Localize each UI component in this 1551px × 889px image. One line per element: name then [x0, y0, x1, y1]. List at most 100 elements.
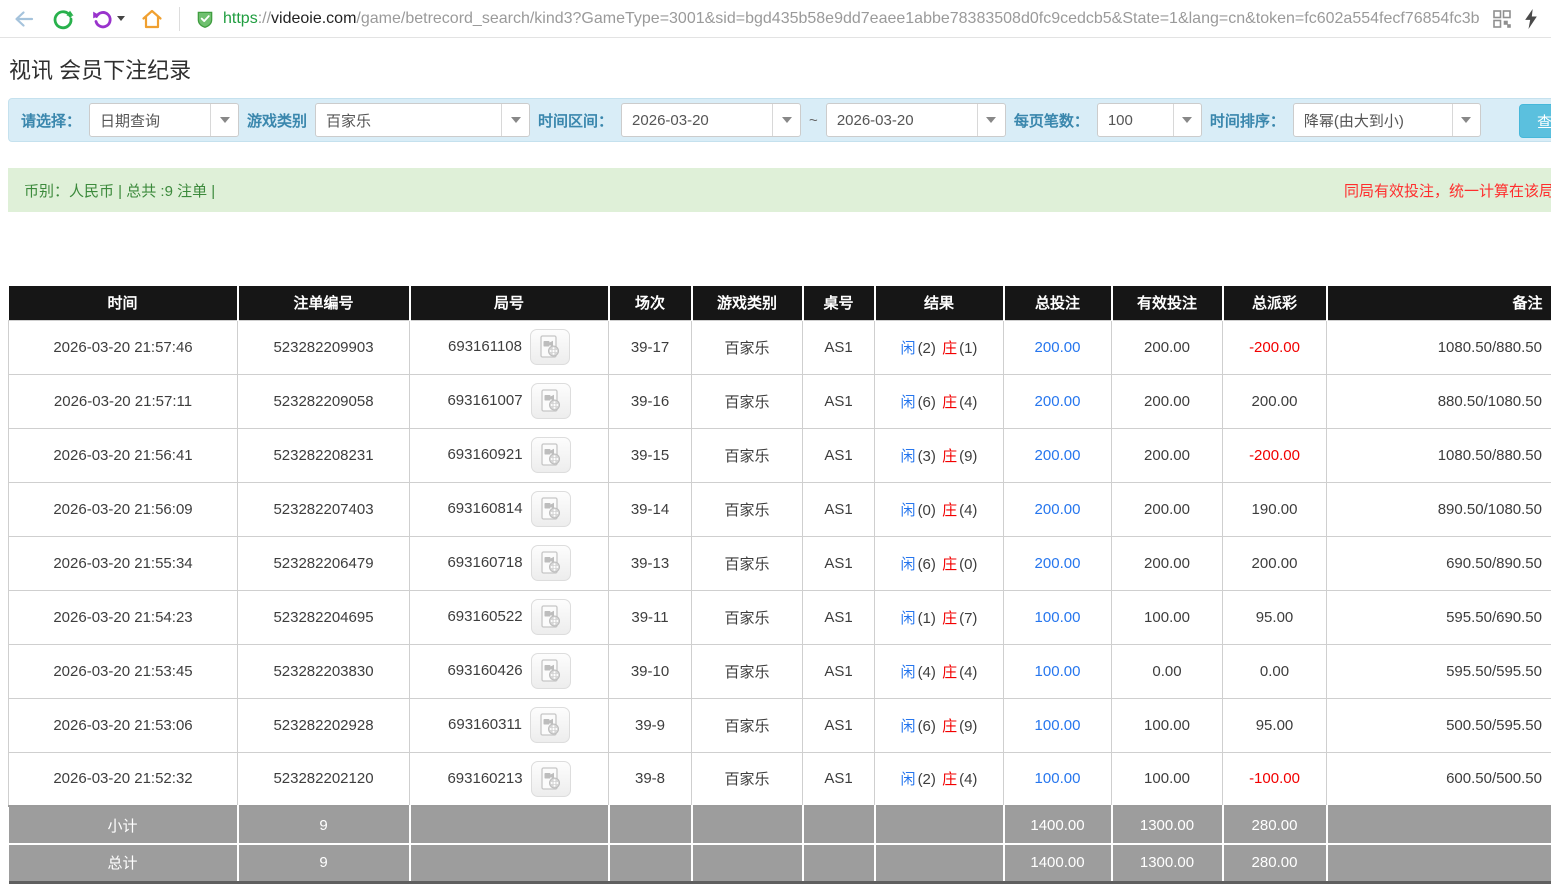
video-replay-button[interactable] [531, 761, 571, 797]
payout: 95.00 [1223, 698, 1327, 752]
total-bet-link[interactable]: 200.00 [1004, 482, 1112, 536]
bet-id: 523282202120 [238, 752, 410, 806]
bet-id: 523282209058 [238, 374, 410, 428]
result-cell: 闲(4) 庄(4) [875, 644, 1004, 698]
back-icon[interactable] [12, 7, 36, 31]
col-header-game-type: 游戏类别 [692, 286, 803, 320]
game-type: 百家乐 [692, 428, 803, 482]
refresh-icon[interactable] [51, 7, 75, 31]
col-header-result: 结果 [875, 286, 1004, 320]
game-type-select[interactable]: 百家乐 [315, 103, 530, 137]
lightning-icon[interactable] [1523, 9, 1539, 29]
valid-bet: 200.00 [1112, 482, 1223, 536]
total-bet-link[interactable]: 200.00 [1004, 374, 1112, 428]
video-replay-button[interactable] [531, 545, 571, 581]
banker-score: (7) [959, 610, 977, 627]
total-label: 总计 [9, 844, 238, 882]
shield-icon[interactable] [195, 9, 215, 29]
session: 39-8 [609, 752, 692, 806]
session: 39-15 [609, 428, 692, 482]
bet-id: 523282203830 [238, 644, 410, 698]
total-row: 总计 9 1400.00 1300.00 280.00 [9, 844, 1551, 882]
date-to-select[interactable]: 2026-03-20 [826, 103, 1006, 137]
table-row: 2026-03-20 21:56:09 523282207403 6931608… [9, 482, 1551, 536]
total-bet-link[interactable]: 200.00 [1004, 536, 1112, 590]
round-id: 693160718 [447, 554, 522, 571]
col-header-round-id: 局号 [410, 286, 609, 320]
remark: 1080.50/880.50 [1327, 320, 1551, 374]
date-to-value: 2026-03-20 [827, 112, 977, 129]
round-id: 693160311 [448, 716, 522, 733]
sort-select[interactable]: 降幂(由大到小) [1293, 103, 1481, 137]
valid-bet: 100.00 [1112, 590, 1223, 644]
bet-time: 2026-03-20 21:54:23 [9, 590, 238, 644]
total-bet-link[interactable]: 100.00 [1004, 752, 1112, 806]
date-from-select[interactable]: 2026-03-20 [621, 103, 801, 137]
session: 39-11 [609, 590, 692, 644]
valid-bet: 200.00 [1112, 374, 1223, 428]
result-cell: 闲(6) 庄(9) [875, 698, 1004, 752]
payout: 200.00 [1223, 536, 1327, 590]
round-cell: 693160426 [410, 644, 609, 698]
total-bet-link[interactable]: 200.00 [1004, 320, 1112, 374]
video-replay-button[interactable] [531, 383, 571, 419]
currency-total-text: 币别：人民币 | 总共 :9 注单 | [24, 180, 215, 201]
table-no: AS1 [803, 698, 875, 752]
round-cell: 693161007 [410, 374, 609, 428]
table-no: AS1 [803, 590, 875, 644]
subtotal-total-bet: 1400.00 [1004, 806, 1112, 844]
video-replay-button[interactable] [531, 437, 571, 473]
banker-score: (9) [959, 448, 977, 465]
qr-code-icon[interactable] [1493, 10, 1511, 28]
table-row: 2026-03-20 21:55:34 523282206479 6931607… [9, 536, 1551, 590]
round-cell: 693160522 [410, 590, 609, 644]
table-no: AS1 [803, 482, 875, 536]
session: 39-17 [609, 320, 692, 374]
video-replay-button[interactable] [531, 599, 571, 635]
total-bet-link[interactable]: 100.00 [1004, 590, 1112, 644]
search-button[interactable]: 查询 [1519, 104, 1551, 138]
filter-panel: 请选择： 日期查询 游戏类别 百家乐 时间区间： 2026-03-20 ~ 20… [8, 98, 1551, 142]
subtotal-payout: 280.00 [1223, 806, 1327, 844]
round-id: 693160522 [447, 608, 522, 625]
bet-id: 523282202928 [238, 698, 410, 752]
result-cell: 闲(2) 庄(4) [875, 752, 1004, 806]
home-icon[interactable] [140, 7, 164, 31]
page-size-select[interactable]: 100 [1097, 103, 1202, 137]
video-replay-button[interactable] [531, 653, 571, 689]
undo-icon[interactable] [90, 7, 125, 31]
video-replay-button[interactable] [530, 707, 570, 743]
video-replay-button[interactable] [530, 329, 570, 365]
player-score: (0) [918, 502, 936, 519]
total-count: 9 [238, 844, 410, 882]
table-no: AS1 [803, 536, 875, 590]
address-bar[interactable]: https://videoie.com/game/betrecord_searc… [195, 9, 1539, 29]
table-no: AS1 [803, 752, 875, 806]
session: 39-14 [609, 482, 692, 536]
video-replay-button[interactable] [531, 491, 571, 527]
col-header-total-bet: 总投注 [1004, 286, 1112, 320]
table-row: 2026-03-20 21:57:46 523282209903 6931611… [9, 320, 1551, 374]
payout: 190.00 [1223, 482, 1327, 536]
total-bet-link[interactable]: 100.00 [1004, 644, 1112, 698]
game-type: 百家乐 [692, 590, 803, 644]
remark: 890.50/1080.50 [1327, 482, 1551, 536]
result-cell: 闲(2) 庄(1) [875, 320, 1004, 374]
payout: 200.00 [1223, 374, 1327, 428]
payout: 95.00 [1223, 590, 1327, 644]
remark: 595.50/595.50 [1327, 644, 1551, 698]
result-cell: 闲(3) 庄(9) [875, 428, 1004, 482]
total-bet-link[interactable]: 100.00 [1004, 698, 1112, 752]
undo-menu-caret[interactable] [117, 16, 125, 21]
total-total-bet: 1400.00 [1004, 844, 1112, 882]
remark: 690.50/890.50 [1327, 536, 1551, 590]
session: 39-9 [609, 698, 692, 752]
bet-records-table: 时间 注单编号 局号 场次 游戏类别 桌号 结果 总投注 有效投注 总派彩 备注… [8, 286, 1551, 884]
query-type-select[interactable]: 日期查询 [89, 103, 239, 137]
valid-bet: 0.00 [1112, 644, 1223, 698]
player-label: 闲 [901, 771, 916, 788]
toolbar-divider [179, 7, 180, 31]
url-text[interactable]: https://videoie.com/game/betrecord_searc… [223, 10, 1479, 28]
bet-time: 2026-03-20 21:56:41 [9, 428, 238, 482]
total-bet-link[interactable]: 200.00 [1004, 428, 1112, 482]
